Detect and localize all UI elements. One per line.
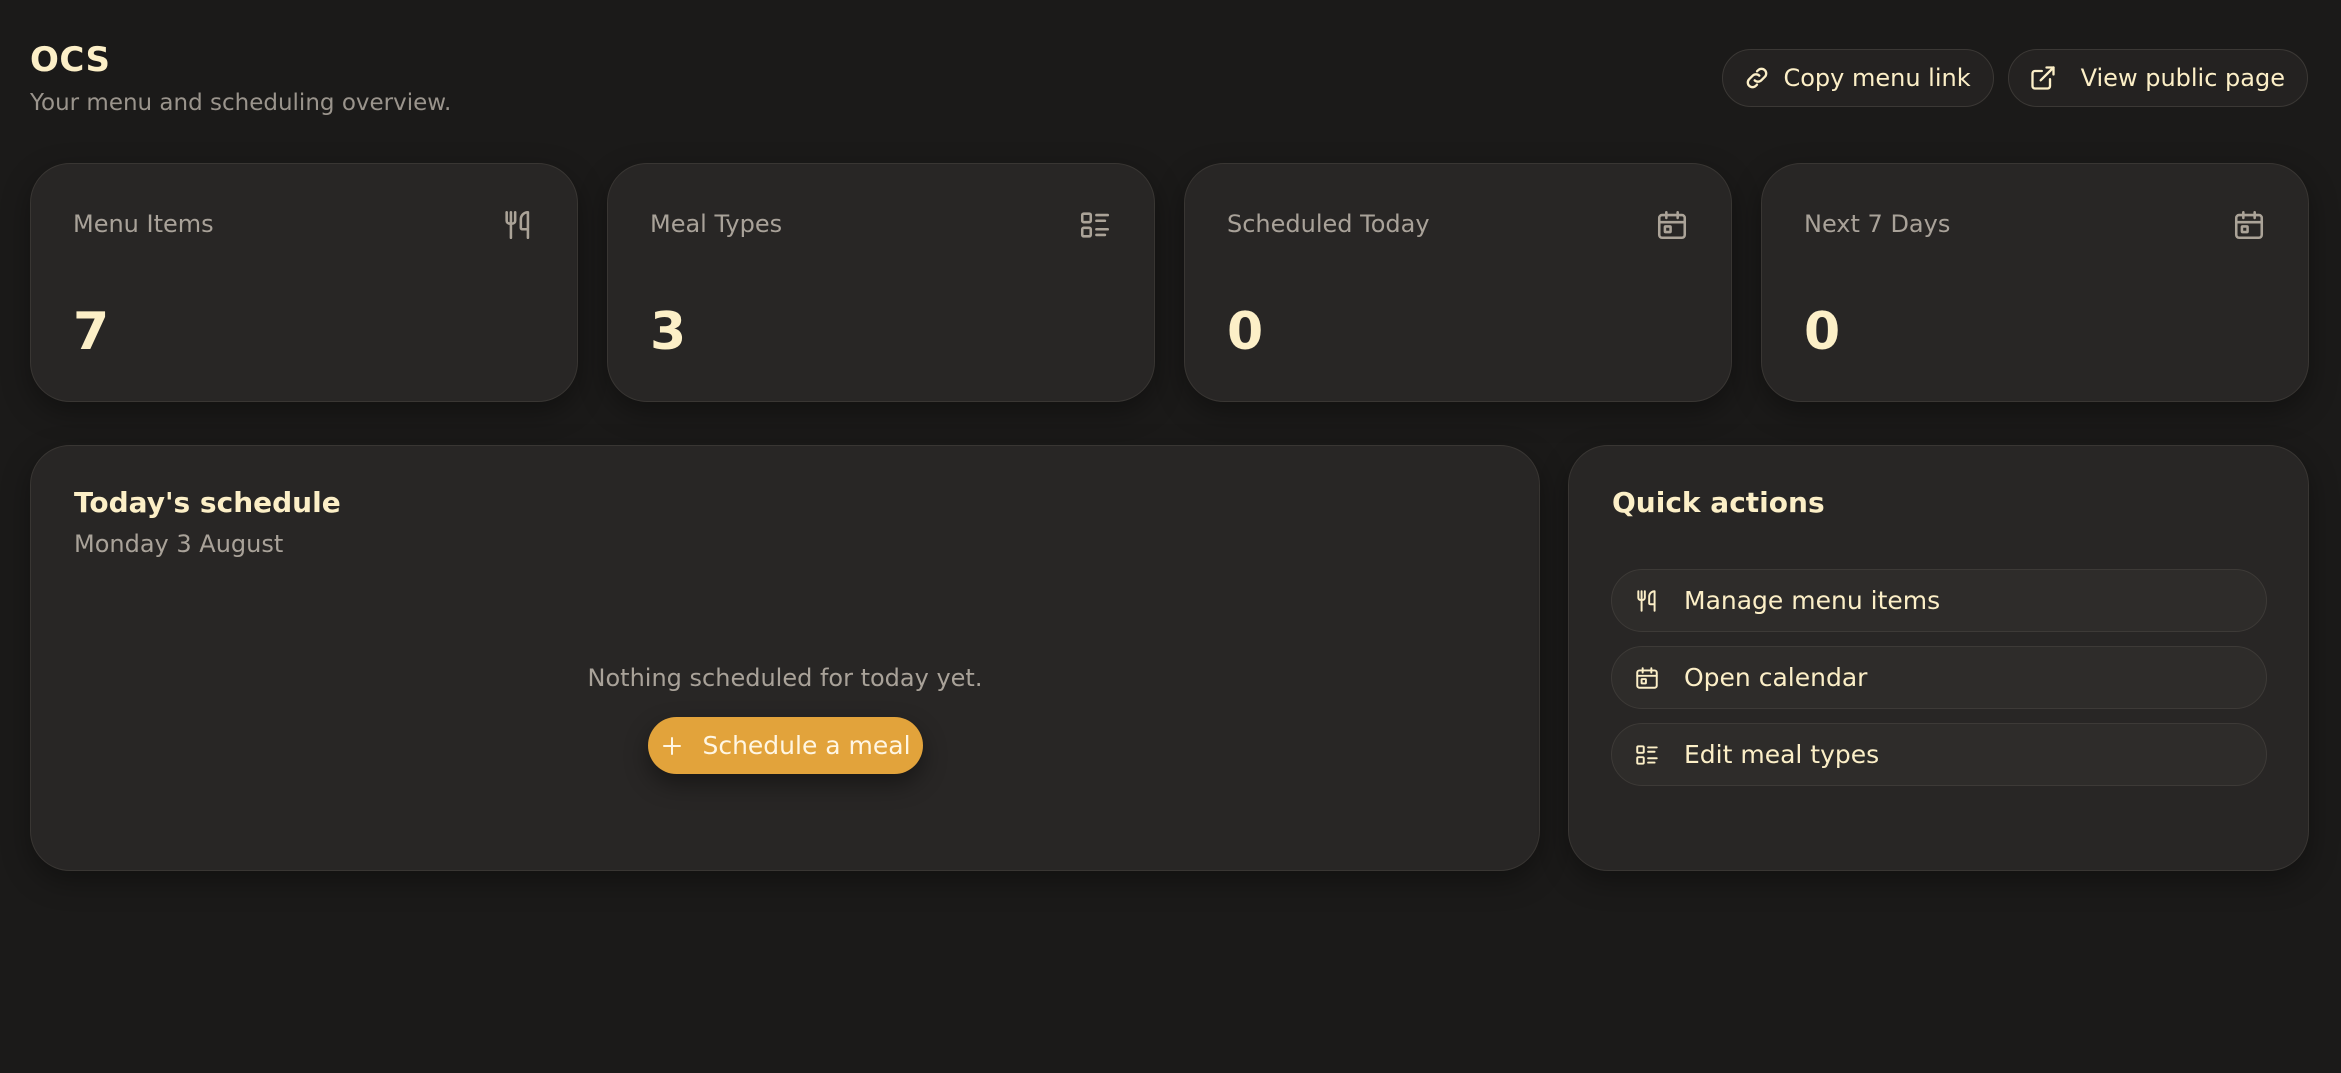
stat-value: 0 xyxy=(1804,302,1841,362)
manage-menu-items-button[interactable]: Manage menu items xyxy=(1611,569,2267,632)
empty-state-text: Nothing scheduled for today yet. xyxy=(587,664,983,692)
utensils-icon xyxy=(501,208,535,242)
stat-value: 3 xyxy=(650,302,687,362)
todays-schedule-panel: Today's schedule Monday 3 August Nothing… xyxy=(30,445,1540,871)
stat-label: Meal Types xyxy=(650,210,783,238)
header-actions: Copy menu link View public page xyxy=(1722,49,2308,107)
link-icon xyxy=(1743,64,1771,92)
stat-label: Scheduled Today xyxy=(1227,210,1430,238)
view-public-page-label: View public page xyxy=(2080,64,2285,92)
schedule-meal-button[interactable]: Schedule a meal xyxy=(648,717,923,774)
stat-value: 0 xyxy=(1227,302,1264,362)
quick-actions-list: Manage menu items Open calendar Edit mea… xyxy=(1611,569,2267,786)
quick-action-label: Manage menu items xyxy=(1684,586,1941,615)
schedule-date: Monday 3 August xyxy=(74,530,284,558)
plus-icon xyxy=(660,734,684,758)
open-calendar-button[interactable]: Open calendar xyxy=(1611,646,2267,709)
quick-actions-panel: Quick actions Manage menu items Open cal xyxy=(1568,445,2309,871)
quick-action-label: Open calendar xyxy=(1684,663,1868,692)
stat-label: Next 7 Days xyxy=(1804,210,1951,238)
quick-actions-title: Quick actions xyxy=(1612,486,1825,519)
external-link-icon xyxy=(2029,64,2057,92)
calendar-icon xyxy=(1634,665,1660,691)
copy-menu-link-button[interactable]: Copy menu link xyxy=(1722,49,1994,107)
schedule-meal-label: Schedule a meal xyxy=(702,731,911,760)
list-icon xyxy=(1634,742,1660,768)
stat-card-next-7-days: Next 7 Days 0 xyxy=(1761,163,2309,402)
page-title: OCS xyxy=(30,40,111,80)
utensils-icon xyxy=(1634,588,1660,614)
calendar-icon xyxy=(2232,208,2266,242)
page-subtitle: Your menu and scheduling overview. xyxy=(30,90,452,116)
edit-meal-types-button[interactable]: Edit meal types xyxy=(1611,723,2267,786)
stat-label: Menu Items xyxy=(73,210,214,238)
schedule-title: Today's schedule xyxy=(74,486,341,519)
copy-menu-link-label: Copy menu link xyxy=(1783,64,1971,92)
stat-card-meal-types: Meal Types 3 xyxy=(607,163,1155,402)
list-icon xyxy=(1078,208,1112,242)
view-public-page-button[interactable]: View public page xyxy=(2007,49,2308,107)
quick-action-label: Edit meal types xyxy=(1684,740,1880,769)
stat-card-menu-items: Menu Items 7 xyxy=(30,163,578,402)
calendar-icon xyxy=(1655,208,1689,242)
stat-card-scheduled-today: Scheduled Today 0 xyxy=(1184,163,1732,402)
stat-value: 7 xyxy=(73,302,110,362)
